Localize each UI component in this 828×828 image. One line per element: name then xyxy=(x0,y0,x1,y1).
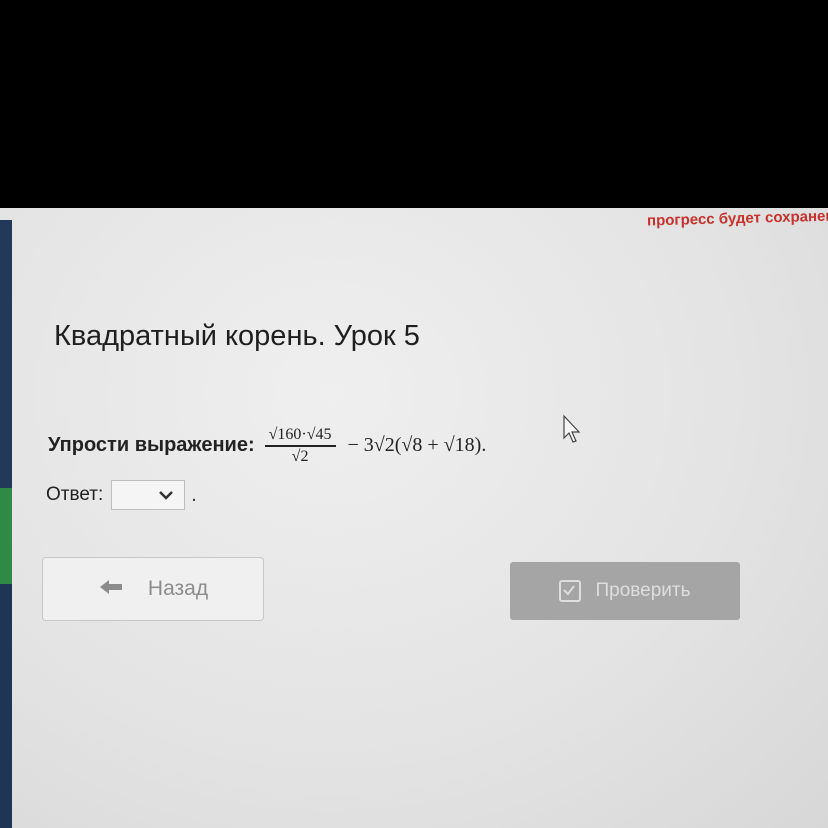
fraction-denominator: √2 xyxy=(291,447,309,465)
fraction-numerator: √160·√45 xyxy=(268,426,332,443)
left-strip-green-segment xyxy=(0,488,12,584)
check-button[interactable]: Проверить xyxy=(510,562,740,620)
task-label: Упрости выражение: xyxy=(48,434,255,457)
answer-label: Ответ: xyxy=(46,484,104,505)
mouse-pointer-icon xyxy=(563,414,581,443)
checkbox-icon xyxy=(559,580,582,602)
expression-fraction: √160·√45 √2 xyxy=(264,426,336,466)
task-question: Упрости выражение: √160·√45 √2 − 3√2(√8 … xyxy=(48,426,486,466)
chevron-down-icon xyxy=(158,485,174,510)
expression-rest: − 3√2(√8 + √18). xyxy=(347,434,487,457)
answer-dropdown[interactable] xyxy=(111,480,186,510)
page-title: Квадратный корень. Урок 5 xyxy=(54,320,420,352)
fraction-bar xyxy=(264,445,336,447)
arrow-left-icon xyxy=(98,576,124,602)
progress-save-note: прогресс будет сохранен xyxy=(646,208,828,230)
back-button-label: Назад xyxy=(147,577,209,600)
app-screen: прогресс будет сохранен Квадратный корен… xyxy=(0,208,828,828)
left-nav-strip xyxy=(0,220,12,828)
left-strip-blue-segment xyxy=(0,584,12,828)
check-button-label: Проверить xyxy=(595,580,691,601)
back-button[interactable]: Назад xyxy=(42,557,264,621)
answer-row: Ответ: . xyxy=(46,480,197,510)
answer-suffix: . xyxy=(191,483,197,506)
